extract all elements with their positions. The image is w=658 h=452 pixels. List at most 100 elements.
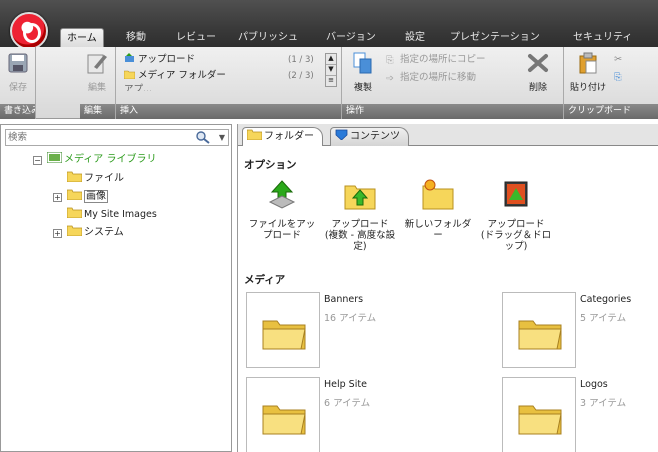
tab-presentation[interactable]: プレゼンテーション <box>450 28 540 47</box>
tree-label: 画像 <box>84 190 108 203</box>
media-name[interactable]: Categories <box>580 294 631 305</box>
tree-item-system[interactable]: システム <box>67 225 124 241</box>
media-name[interactable]: Logos <box>580 379 608 390</box>
edit-button[interactable]: 編集 <box>82 51 112 93</box>
folder-icon <box>67 189 82 200</box>
media-folder-command[interactable]: メディア フォルダー <box>124 69 226 83</box>
tree-label: メディア ライブラリ <box>64 154 157 165</box>
gallery-scrollbar[interactable]: ▲ ▼ ≡ <box>325 53 337 87</box>
content-tabstrip: フォルダー コンテンツ <box>238 124 658 146</box>
edit-label: 編集 <box>87 83 106 93</box>
cut-icon[interactable]: ✂ <box>614 53 622 67</box>
media-count: 6 アイテム <box>324 398 371 409</box>
ribbon-group-write: 保存 書き込み <box>0 47 36 119</box>
delete-icon <box>528 54 548 72</box>
upload-icon <box>125 53 134 62</box>
partial-command[interactable]: アプ... <box>124 83 152 91</box>
expander-media-library[interactable]: − <box>33 156 42 165</box>
option-label: 新しいフォルダー <box>404 219 472 241</box>
folder-icon <box>518 405 562 435</box>
tree-item-files[interactable]: ファイル <box>67 171 124 187</box>
folder-icon <box>518 320 562 350</box>
ribbon-group-insert: アップロード (1 / 3) メディア フォルダー (2 / 3) アプ... … <box>116 47 342 119</box>
upload-command[interactable]: アップロード <box>124 53 195 67</box>
tab-home[interactable]: ホーム <box>60 28 104 47</box>
app-menu-button[interactable] <box>10 12 48 50</box>
search-dropdown-icon[interactable]: ▼ <box>216 131 228 144</box>
option-upload-file[interactable]: ファイルをアップロード <box>246 178 318 241</box>
tab-security[interactable]: セキュリティ <box>573 28 632 47</box>
search-icon[interactable] <box>196 131 210 144</box>
option-new-folder[interactable]: 新しいフォルダー <box>402 178 474 241</box>
copy-icon[interactable]: ⎘ <box>614 71 622 85</box>
upload-file-icon <box>268 180 296 209</box>
tree-item-my-site-images[interactable]: My Site Images <box>67 207 157 223</box>
save-button[interactable]: 保存 <box>3 51 33 93</box>
duplicate-button[interactable]: 複製 <box>346 51 380 93</box>
media-thumbnail[interactable] <box>246 292 320 368</box>
upload-folder-icon <box>344 185 376 210</box>
upload-count: (1 / 3) <box>288 55 314 65</box>
save-label: 保存 <box>8 83 27 93</box>
media-count: 5 アイテム <box>580 313 627 324</box>
folder-icon <box>67 225 82 236</box>
write-group-label: 書き込み <box>0 104 35 119</box>
folder-icon <box>262 320 306 350</box>
edit-icon <box>87 54 107 74</box>
move-to-command[interactable]: ➩ 指定の場所に移動 <box>386 71 476 85</box>
tree-label: システム <box>84 227 124 238</box>
new-folder-icon <box>422 179 454 210</box>
clipboard-group-label: クリップボード <box>564 104 658 119</box>
options-title: オプション <box>244 159 297 171</box>
paste-button[interactable]: 貼り付け <box>566 51 610 93</box>
option-label: ファイルをアップロード <box>248 219 316 241</box>
media-name[interactable]: Help Site <box>324 379 367 390</box>
search-input[interactable] <box>8 131 188 144</box>
content-icon <box>335 129 348 140</box>
ribbon-group-clipboard: 貼り付け ✂ ⎘ クリップボード <box>564 47 658 119</box>
option-label: アップロード (複数 - 高度な設定) <box>324 219 396 252</box>
tab-review[interactable]: レビュー <box>176 28 216 47</box>
upload-label: アップロード <box>138 54 196 65</box>
delete-button[interactable]: 削除 <box>518 51 558 93</box>
media-folder-count: (2 / 3) <box>288 71 314 81</box>
duplicate-icon <box>353 52 372 74</box>
expander-system[interactable]: + <box>53 229 62 238</box>
media-name[interactable]: Banners <box>324 294 363 305</box>
option-upload-advanced[interactable]: アップロード (複数 - 高度な設定) <box>324 178 396 252</box>
ribbon-group-edit: 編集 編集 <box>36 47 116 119</box>
insert-group-label: 挿入 <box>116 104 341 119</box>
tree-item-images[interactable]: 画像 <box>67 189 108 205</box>
tab-versions[interactable]: バージョン <box>326 28 376 47</box>
media-count: 3 アイテム <box>580 398 627 409</box>
media-title: メディア <box>244 274 286 286</box>
media-thumbnail[interactable] <box>246 377 320 452</box>
gallery-down-icon[interactable]: ▼ <box>326 65 336 76</box>
drag-drop-icon <box>504 181 528 207</box>
tab-content[interactable]: コンテンツ <box>330 127 409 146</box>
tab-navigate[interactable]: 移動 <box>126 28 146 47</box>
folder-icon <box>247 129 262 140</box>
media-thumbnail[interactable] <box>502 377 576 452</box>
copy-icon: ⎘ <box>386 55 394 66</box>
media-folder-label: メディア フォルダー <box>138 70 226 81</box>
media-count: 16 アイテム <box>324 313 377 324</box>
copy-to-command[interactable]: ⎘ 指定の場所にコピー <box>386 53 486 67</box>
media-library-icon <box>47 152 62 163</box>
duplicate-label: 複製 <box>353 83 372 93</box>
tab-publish[interactable]: パブリッシュ <box>238 28 298 47</box>
option-label: アップロード (ドラッグ＆ドロップ) <box>480 219 552 252</box>
move-icon: ➩ <box>386 73 394 84</box>
tree-item-media-library[interactable]: メディア ライブラリ <box>47 152 156 168</box>
paste-label: 貼り付け <box>569 83 606 93</box>
gallery-more-icon[interactable]: ≡ <box>326 76 336 86</box>
tab-folders[interactable]: フォルダー <box>242 127 323 146</box>
gallery-up-icon[interactable]: ▲ <box>326 54 336 65</box>
search-box: ▼ <box>5 129 229 146</box>
expander-images[interactable]: + <box>53 193 62 202</box>
tab-configure[interactable]: 設定 <box>405 28 425 47</box>
media-thumbnail[interactable] <box>502 292 576 368</box>
tree-label: My Site Images <box>84 209 157 220</box>
option-upload-drag-drop[interactable]: アップロード (ドラッグ＆ドロップ) <box>480 178 552 252</box>
content-pane: フォルダー コンテンツ オプション ファイルをアップロード アップロード (複数… <box>237 124 658 452</box>
